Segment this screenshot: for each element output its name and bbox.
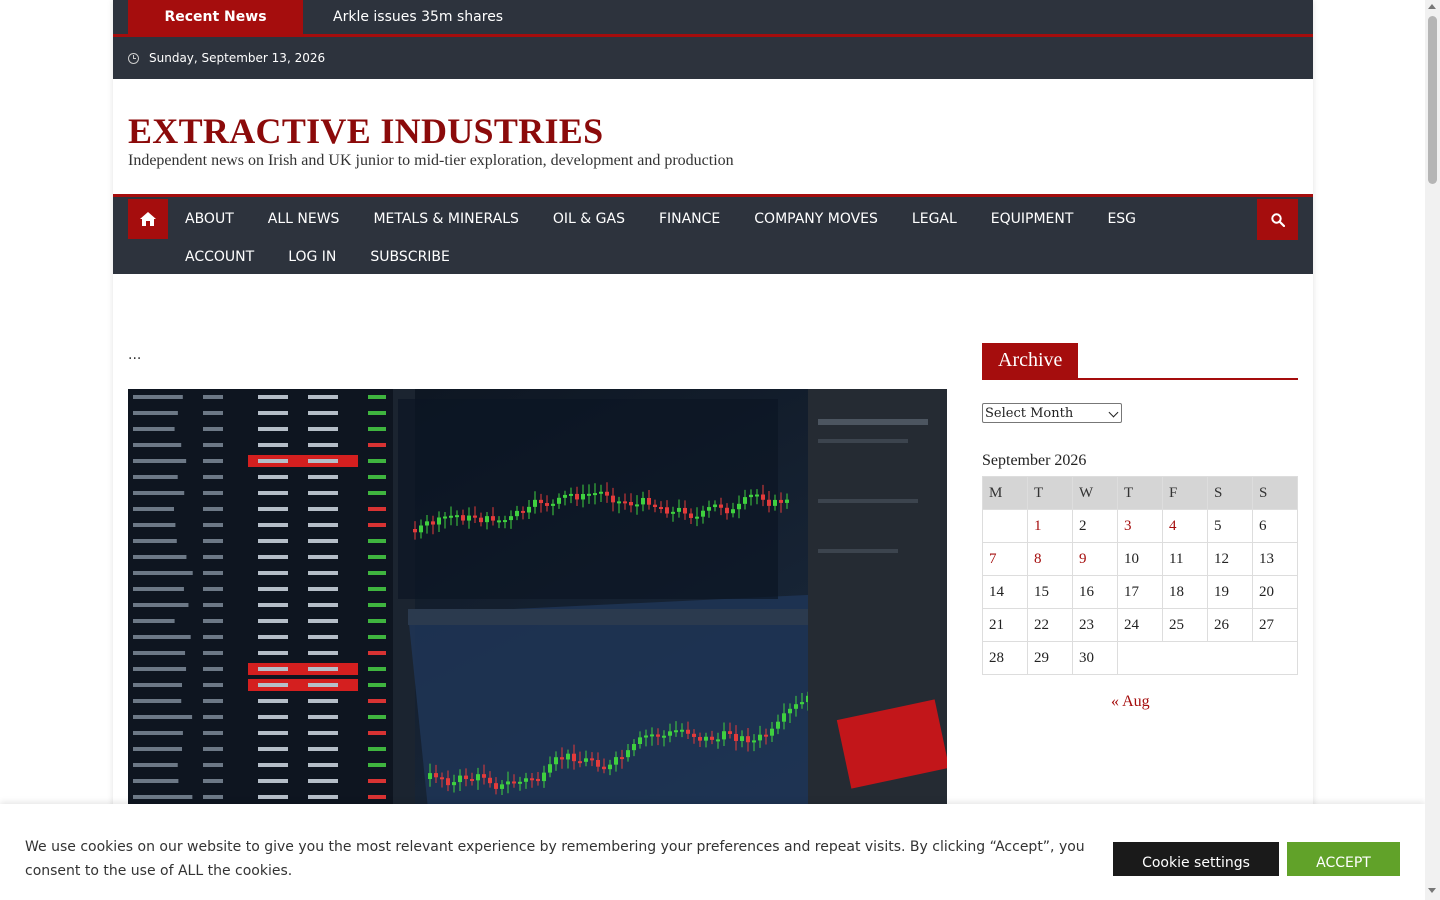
clock-icon: [128, 52, 139, 64]
nav-item-oil-and-gas[interactable]: OIL & GAS: [536, 200, 642, 238]
home-button[interactable]: [128, 199, 168, 239]
cookie-settings-button[interactable]: Cookie settings: [1113, 842, 1279, 876]
calendar-day-link[interactable]: 8: [1027, 542, 1073, 576]
nav-row-primary: ABOUT ALL NEWS METALS & MINERALS OIL & GAS F…: [168, 200, 1153, 238]
stock-market-hero-image[interactable]: [128, 389, 947, 809]
nav-item-esg[interactable]: ESG: [1090, 200, 1153, 238]
nav-item-account[interactable]: ACCOUNT: [168, 238, 271, 276]
scroll-down-arrow-icon[interactable]: [1428, 888, 1436, 893]
recent-news-label: Recent News: [128, 0, 303, 34]
post-excerpt-ellipsis: ...: [128, 347, 142, 363]
current-date: Sunday, September 13, 2026: [149, 51, 326, 65]
page-container: Recent News Arkle issues 35m shares Sund…: [113, 0, 1313, 900]
archive-select-value: Select Month: [985, 405, 1074, 421]
calendar-weekday-header: T: [1027, 476, 1073, 510]
calendar-day: 23: [1072, 608, 1118, 642]
site-tagline: Independent news on Irish and UK junior …: [128, 152, 734, 169]
calendar-day: 25: [1162, 608, 1208, 642]
calendar-day: 5: [1207, 509, 1253, 543]
nav-item-metals-and-minerals[interactable]: METALS & MINERALS: [356, 200, 535, 238]
calendar-day: 29: [1027, 641, 1073, 675]
calendar-week-row: 7 8 9 10 11 12 13: [982, 542, 1298, 576]
nav-item-legal[interactable]: LEGAL: [895, 200, 974, 238]
home-icon: [140, 212, 156, 226]
calendar-day-link[interactable]: 4: [1162, 509, 1208, 543]
calendar-day: 28: [982, 641, 1028, 675]
calendar-day: 17: [1117, 575, 1163, 609]
calendar-prev-month-link[interactable]: « Aug: [1111, 693, 1150, 711]
calendar-weekday-header: M: [982, 476, 1028, 510]
cookie-accept-button[interactable]: ACCEPT: [1287, 842, 1400, 876]
calendar-week-row: 28 29 30: [982, 641, 1298, 675]
nav-item-finance[interactable]: FINANCE: [642, 200, 737, 238]
scrollbar-thumb[interactable]: [1428, 16, 1437, 184]
calendar-day: 16: [1072, 575, 1118, 609]
nav-item-subscribe[interactable]: SUBSCRIBE: [353, 238, 466, 276]
calendar-day: 30: [1072, 641, 1118, 675]
main-navigation: ABOUT ALL NEWS METALS & MINERALS OIL & GAS F…: [113, 194, 1313, 274]
calendar-day: 20: [1252, 575, 1298, 609]
calendar-day: 18: [1162, 575, 1208, 609]
calendar-day-link[interactable]: 7: [982, 542, 1028, 576]
calendar-week-row: 14 15 16 17 18 19 20: [982, 575, 1298, 609]
calendar-table: MTWTFSS 1 2 3 4 5 6 7 8 9 10 11 12 13 14 15 16 17 18 19 20 2…: [982, 476, 1298, 675]
calendar-day: 12: [1207, 542, 1253, 576]
nav-item-log-in[interactable]: LOG IN: [271, 238, 353, 276]
scroll-up-arrow-icon[interactable]: [1428, 4, 1436, 9]
calendar-day: 27: [1252, 608, 1298, 642]
calendar-weekday-header: T: [1117, 476, 1163, 510]
calendar-day: 21: [982, 608, 1028, 642]
chevron-down-icon: [1108, 407, 1119, 418]
calendar-day: 24: [1117, 608, 1163, 642]
nav-item-company-moves[interactable]: COMPANY MOVES: [737, 200, 895, 238]
calendar-weekday-header: F: [1162, 476, 1208, 510]
cookie-consent-banner: We use cookies on our website to give yo…: [0, 804, 1425, 900]
calendar-day: 19: [1207, 575, 1253, 609]
calendar-empty-cell: [982, 509, 1028, 543]
calendar-day: 14: [982, 575, 1028, 609]
site-title-link[interactable]: EXTRACTIVE INDUSTRIES: [128, 110, 603, 152]
calendar-day-link[interactable]: 1: [1027, 509, 1073, 543]
recent-news-ticker: Recent News Arkle issues 35m shares: [113, 0, 1313, 37]
page-scrollbar[interactable]: [1425, 0, 1440, 900]
calendar-weekday-header: S: [1252, 476, 1298, 510]
calendar-week-row: 21 22 23 24 25 26 27: [982, 608, 1298, 642]
cookie-consent-text: We use cookies on our website to give yo…: [25, 839, 1085, 879]
calendar-day: 6: [1252, 509, 1298, 543]
nav-item-equipment[interactable]: EQUIPMENT: [974, 200, 1091, 238]
calendar-weekday-header: S: [1207, 476, 1253, 510]
calendar-day: 10: [1117, 542, 1163, 576]
archive-month-select[interactable]: Select Month: [982, 403, 1122, 423]
calendar-empty-cell: [1117, 641, 1298, 675]
calendar-day: 2: [1072, 509, 1118, 543]
archive-widget-header: Archive: [982, 343, 1298, 380]
date-bar: Sunday, September 13, 2026: [113, 37, 1313, 79]
search-icon: [1270, 212, 1285, 227]
calendar-week-row: 123456: [982, 509, 1298, 543]
search-button[interactable]: [1257, 199, 1298, 240]
calendar-caption: September 2026: [982, 452, 1087, 469]
nav-item-all-news[interactable]: ALL NEWS: [251, 200, 357, 238]
calendar-day: 15: [1027, 575, 1073, 609]
nav-item-about[interactable]: ABOUT: [168, 200, 251, 238]
calendar-day: 13: [1252, 542, 1298, 576]
calendar-day: 26: [1207, 608, 1253, 642]
calendar-day-link[interactable]: 9: [1072, 542, 1118, 576]
calendar-day-link[interactable]: 3: [1117, 509, 1163, 543]
calendar-weekday-header: W: [1072, 476, 1118, 510]
archive-widget-title: Archive: [982, 343, 1079, 378]
nav-row-secondary: ACCOUNT LOG IN SUBSCRIBE: [168, 238, 467, 276]
calendar-day: 11: [1162, 542, 1208, 576]
ticker-headline-link[interactable]: Arkle issues 35m shares: [333, 0, 503, 34]
calendar-day: 22: [1027, 608, 1073, 642]
